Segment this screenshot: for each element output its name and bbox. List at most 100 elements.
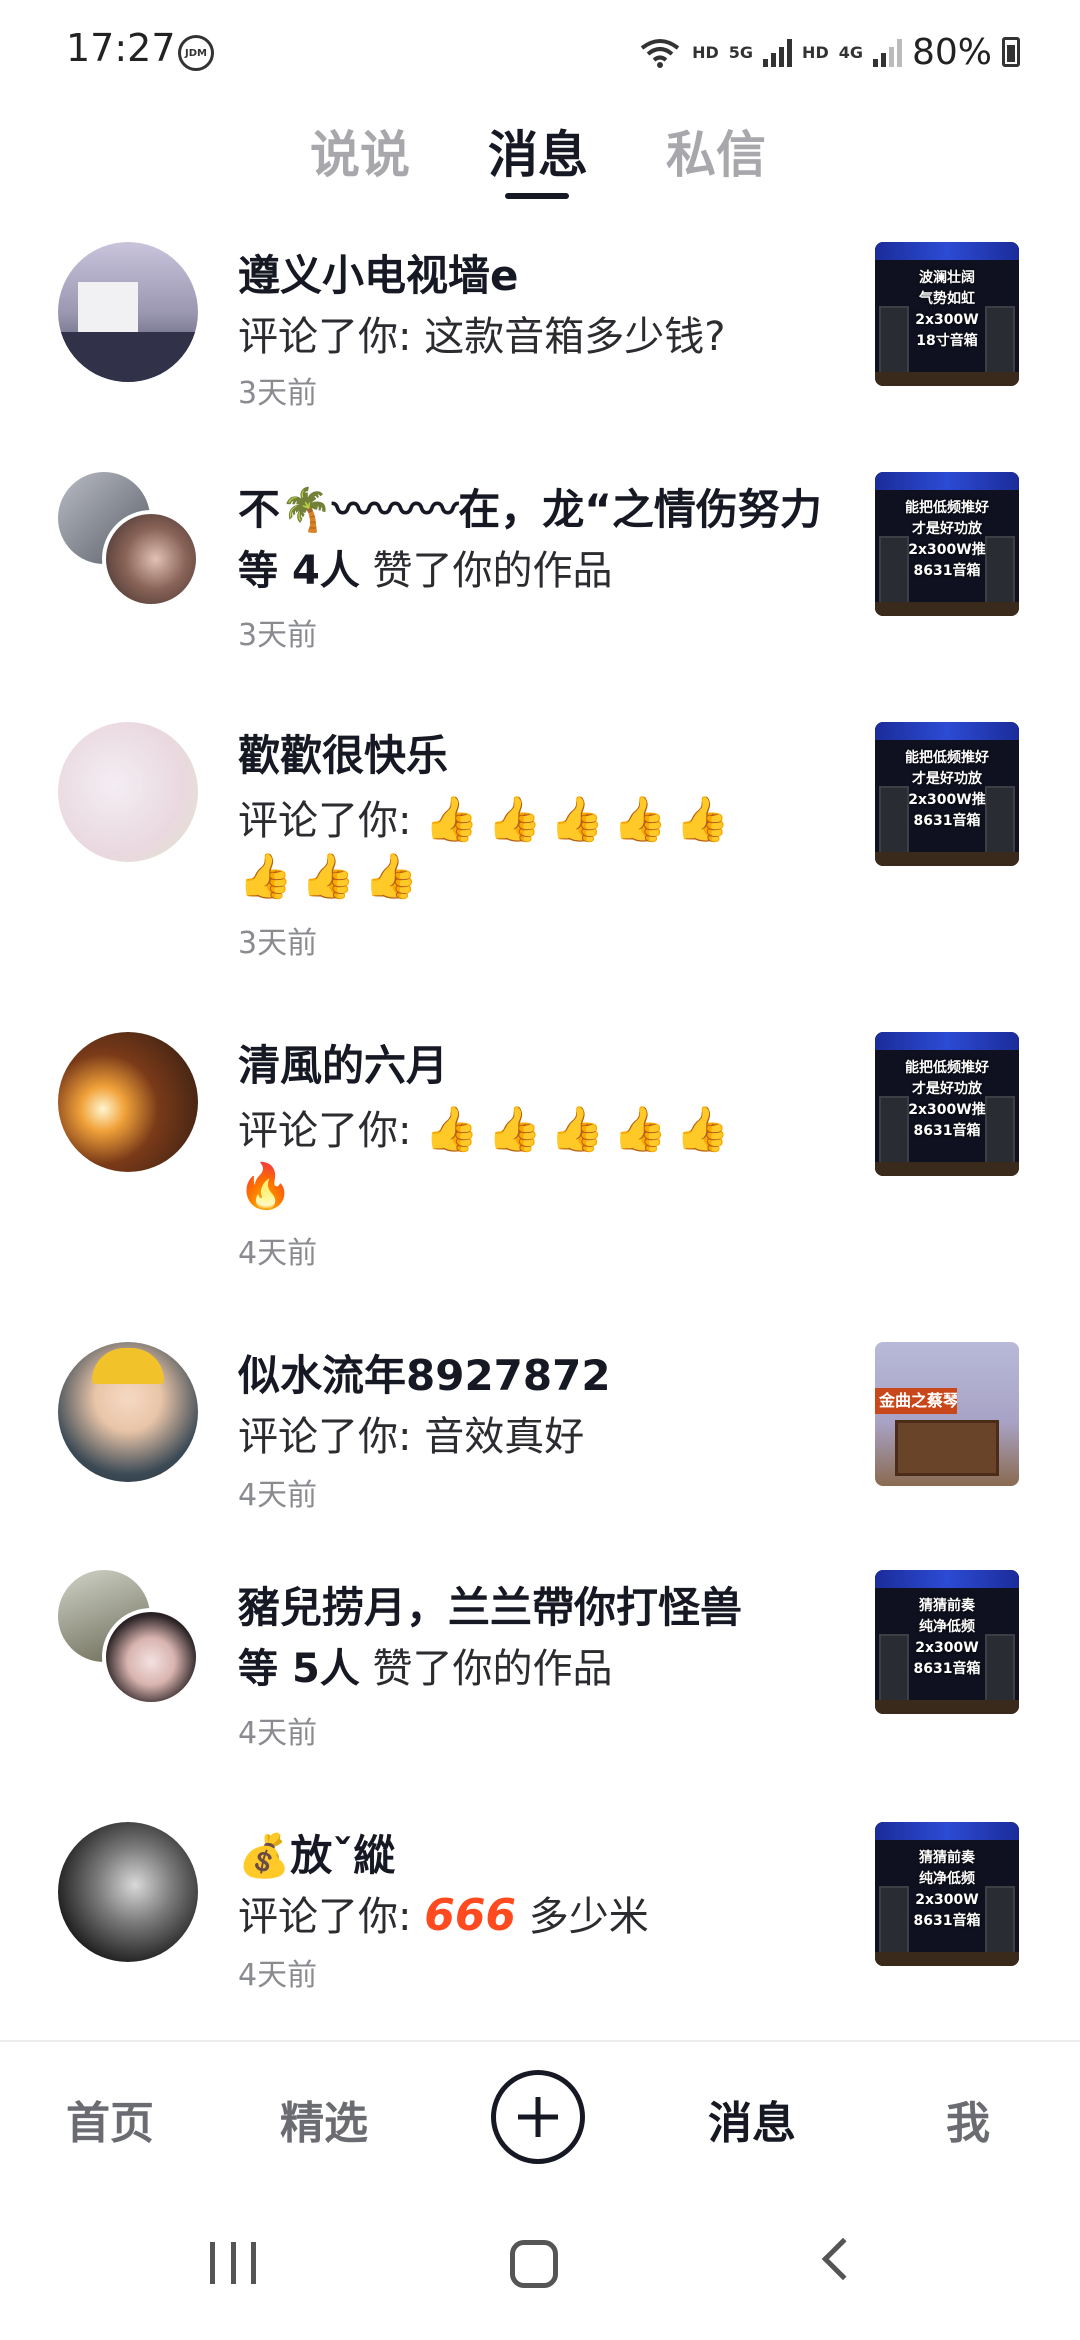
user-name[interactable]: 歡歡很快乐: [238, 722, 448, 783]
avatar[interactable]: [58, 1822, 198, 1962]
nav-me[interactable]: 我: [946, 2087, 990, 2151]
nav-home[interactable]: 首页: [66, 2087, 154, 2151]
thumb-caption: 8631音箱: [913, 1123, 981, 1139]
comment-action: 评论了你:: [238, 1108, 425, 1154]
thumb-caption: 气势如虹: [919, 291, 975, 307]
hd-label-2: HD: [802, 42, 829, 62]
message-text: 等 5人 赞了你的作品: [238, 1636, 613, 1694]
comment-action: 评论了你:: [238, 798, 425, 844]
comment-tail: 多少米: [516, 1894, 649, 1940]
status-bar: 17:27 JDM HD 5G HD 4G 80%: [0, 0, 1080, 100]
thumb-caption: 才是好功放: [912, 771, 982, 787]
thumb-caption: 2x300W推: [908, 1102, 986, 1118]
avatar[interactable]: [58, 1342, 198, 1482]
avatar[interactable]: [58, 242, 198, 382]
avatar[interactable]: [58, 1032, 198, 1172]
message-text: 等 4人 赞了你的作品: [238, 538, 613, 596]
recent-apps-icon[interactable]: [210, 2242, 256, 2284]
thumb-caption: 2x300W推: [908, 792, 986, 808]
like-count-prefix: 等: [238, 1646, 292, 1692]
thumb-caption: 2x300W: [915, 1640, 979, 1656]
thumb-caption: 2x300W推: [908, 542, 986, 558]
avatar[interactable]: [58, 722, 198, 862]
wifi-icon: [640, 39, 680, 68]
fire-emoji: 🔥: [238, 1161, 301, 1212]
tab-shuoshuo[interactable]: 说说: [310, 115, 410, 187]
avatar-secondary[interactable]: [102, 510, 200, 608]
message-time: 4天前: [238, 1716, 318, 1751]
thumb-caption: 能把低频推好: [905, 750, 989, 766]
thumb-caption: 8631音箱: [913, 813, 981, 829]
message-time: 4天前: [238, 1236, 318, 1271]
battery-icon: [1002, 37, 1020, 67]
message-text: 评论了你: 666 多少米: [238, 1884, 649, 1942]
signal-icon-2: [872, 37, 902, 67]
network-5g: 5G: [728, 42, 754, 62]
thumb-caption: 才是好功放: [912, 1081, 982, 1097]
message-time: 3天前: [238, 376, 318, 411]
video-thumbnail[interactable]: 猜猜前奏 纯净低频 2x300W 8631音箱: [875, 1822, 1019, 1966]
tab-messages[interactable]: 消息: [488, 115, 588, 187]
thumb-caption: 纯净低频: [919, 1871, 975, 1887]
thumb-caption: 能把低频推好: [905, 1060, 989, 1076]
thumb-caption: 2x300W: [915, 1892, 979, 1908]
jdm-app-icon: JDM: [178, 35, 214, 71]
thumb-caption: 8631音箱: [913, 563, 981, 579]
active-tab-indicator: [505, 193, 569, 199]
top-tabs: 说说 消息 私信: [0, 105, 1080, 205]
thumb-caption: 8631音箱: [913, 1661, 981, 1677]
thumb-caption: 才是好功放: [912, 521, 982, 537]
message-time: 3天前: [238, 618, 318, 653]
video-thumbnail[interactable]: 金曲之蔡琴: [875, 1342, 1019, 1486]
thumb-caption: 猜猜前奏: [919, 1598, 975, 1614]
thumb-caption: 金曲之蔡琴: [875, 1388, 957, 1414]
comment-emoji: 👍👍👍👍👍: [424, 1104, 739, 1155]
bottom-nav: 首页 精选 消息 我: [0, 2040, 1080, 2200]
user-name[interactable]: 豬兒捞月，兰兰帶你打怪兽: [238, 1574, 742, 1635]
home-icon[interactable]: [510, 2240, 558, 2288]
status-icons: HD 5G HD 4G 80%: [638, 30, 1020, 74]
thumb-caption: 8631音箱: [913, 1913, 981, 1929]
video-thumbnail[interactable]: 猜猜前奏 纯净低频 2x300W 8631音箱: [875, 1570, 1019, 1714]
message-text: 评论了你: 👍👍👍👍👍: [238, 788, 738, 846]
message-text: 评论了你: 👍👍👍👍👍: [238, 1098, 738, 1156]
comment-action: 评论了你:: [238, 1894, 425, 1940]
status-time: 17:27: [66, 26, 176, 70]
video-thumbnail[interactable]: 能把低频推好 才是好功放 2x300W推 8631音箱: [875, 1032, 1019, 1176]
user-name[interactable]: 遵义小电视墙e: [238, 242, 519, 303]
back-icon[interactable]: [821, 2237, 865, 2281]
user-name[interactable]: 似水流年8927872: [238, 1342, 611, 1403]
thumb-caption: 纯净低频: [919, 1619, 975, 1635]
user-name[interactable]: 💰放ˇ縱: [238, 1822, 395, 1883]
create-plus-icon[interactable]: [491, 2070, 585, 2164]
comment-emoji: 👍👍👍👍👍: [424, 794, 739, 845]
video-thumbnail[interactable]: 能把低频推好 才是好功放 2x300W推 8631音箱: [875, 472, 1019, 616]
message-text: 评论了你: 音效真好: [238, 1414, 585, 1460]
video-thumbnail[interactable]: 能把低频推好 才是好功放 2x300W推 8631音箱: [875, 722, 1019, 866]
like-action: 赞了你的作品: [372, 1646, 613, 1692]
message-time: 4天前: [238, 1478, 318, 1513]
message-time: 3天前: [238, 926, 318, 961]
666-emoji: 666: [424, 1890, 517, 1941]
user-name[interactable]: 不🌴〰〰〰在，龙“之情伤努力: [238, 476, 822, 537]
thumb-caption: 猜猜前奏: [919, 1850, 975, 1866]
thumb-caption: 波澜壮阔: [919, 270, 975, 286]
battery-percent: 80%: [911, 31, 992, 73]
thumb-caption: 18寸音箱: [916, 333, 978, 349]
nav-messages[interactable]: 消息: [708, 2087, 796, 2151]
message-time: 4天前: [238, 1958, 318, 1993]
system-nav-bar: [0, 2200, 1080, 2340]
like-count: 5人: [291, 1646, 360, 1692]
comment-emoji-line: 👍👍👍: [238, 851, 427, 902]
tab-private-messages[interactable]: 私信: [666, 115, 766, 187]
thumb-caption: 2x300W: [915, 312, 979, 328]
thumb-caption: 能把低频推好: [905, 500, 989, 516]
signal-icon-1: [763, 37, 793, 67]
nav-featured[interactable]: 精选: [280, 2087, 368, 2151]
video-thumbnail[interactable]: 波澜壮阔 气势如虹 2x300W 18寸音箱: [875, 242, 1019, 386]
avatar-secondary[interactable]: [102, 1608, 200, 1706]
network-4g: 4G: [838, 42, 863, 62]
user-name[interactable]: 清風的六月: [238, 1032, 448, 1093]
hd-label-1: HD: [692, 42, 719, 62]
like-action: 赞了你的作品: [372, 548, 613, 594]
